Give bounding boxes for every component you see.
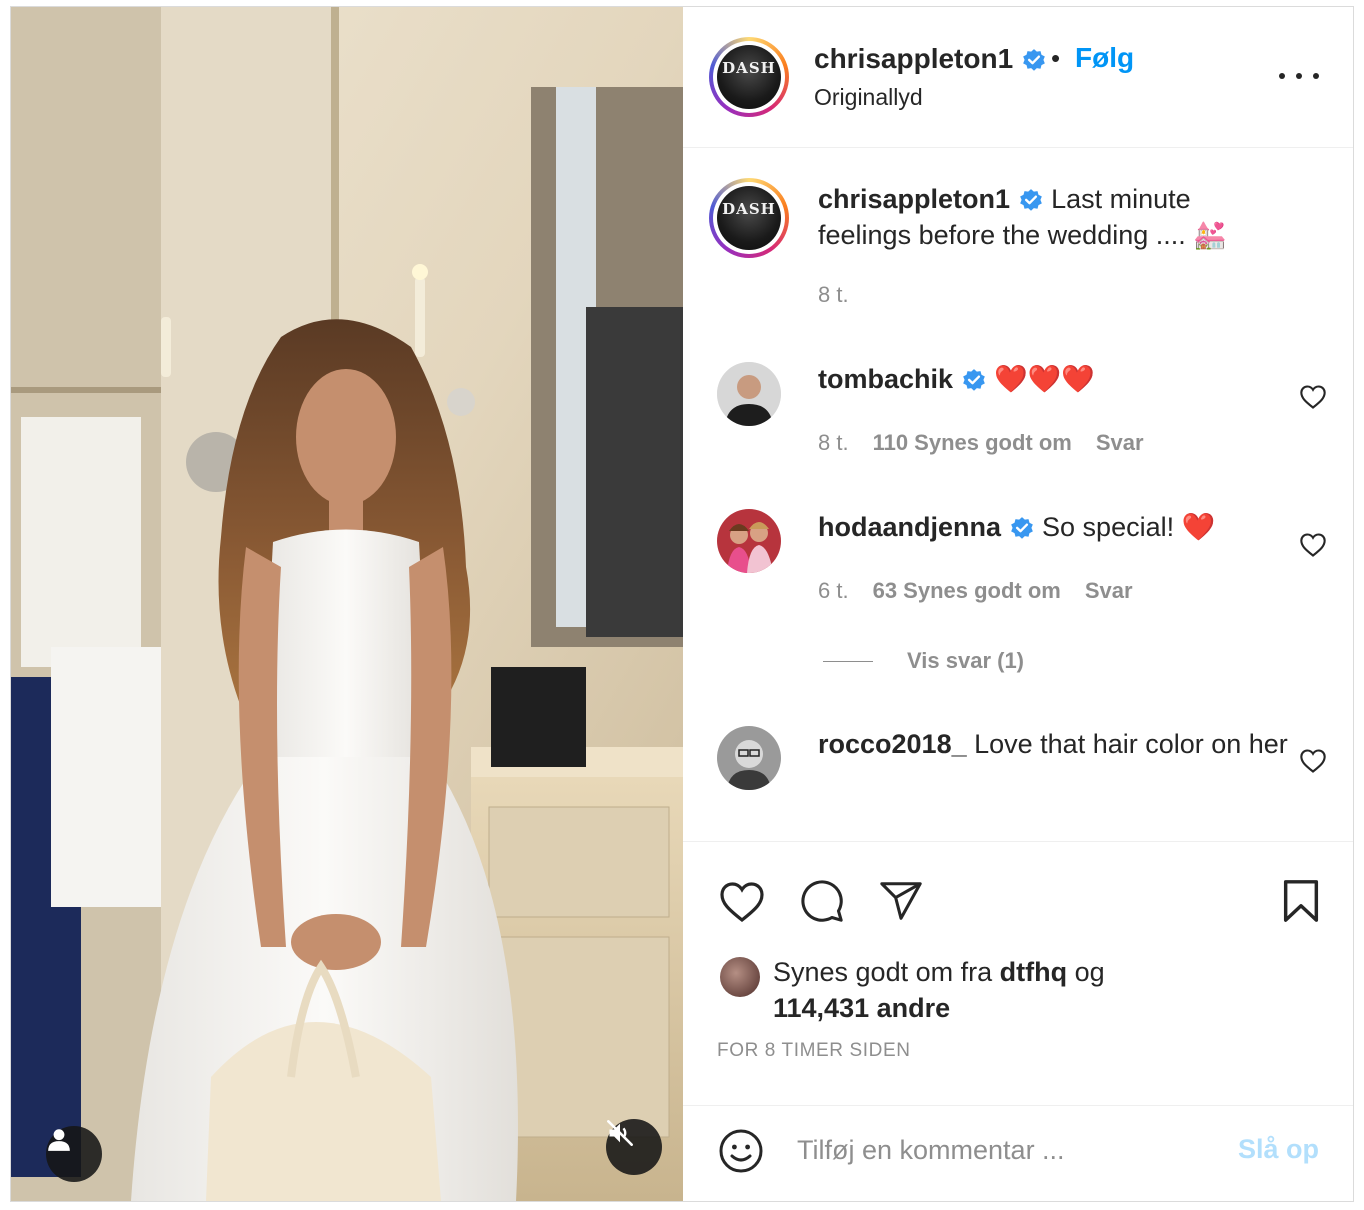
avatar-portrait <box>717 362 781 426</box>
comment-like-heart-icon[interactable] <box>1299 383 1327 411</box>
view-replies-label: Vis svar (1) <box>907 648 1025 673</box>
more-options-icon[interactable] <box>1279 61 1319 91</box>
comment-text: So special! ❤️ <box>1034 512 1216 542</box>
comment-text: ❤️❤️❤️ <box>986 364 1095 394</box>
verified-badge-icon <box>1023 48 1045 71</box>
likes-count[interactable]: 114,431 andre <box>773 993 950 1023</box>
comment-text: Love that hair color on her <box>966 729 1288 759</box>
caption-username[interactable]: chrisappleton1 <box>818 184 1010 214</box>
caption-time[interactable]: 8 t. <box>818 282 849 308</box>
caption-avatar-logo-text: DASH <box>722 200 776 218</box>
commenter-avatar[interactable] <box>717 509 781 573</box>
mute-toggle-button[interactable] <box>606 1119 662 1175</box>
share-send-icon[interactable] <box>877 878 925 924</box>
liker-avatar[interactable] <box>720 957 760 997</box>
view-replies-button[interactable]: Vis svar (1) <box>823 648 1024 674</box>
verified-badge-icon <box>962 368 985 391</box>
likes-summary: Synes godt om fra dtfhq og 114,431 andre <box>773 954 1193 1026</box>
author-username[interactable]: chrisappleton1 <box>814 43 1013 74</box>
avatar-portrait <box>717 726 781 790</box>
author-avatar[interactable]: DASH <box>709 37 789 117</box>
post-header: DASH chrisappleton1 • Følg Originallyd <box>683 7 1353 148</box>
comment-username[interactable]: rocco2018_ <box>818 729 967 759</box>
comment-row: tombachik ❤️❤️❤️ <box>818 361 1288 397</box>
tagged-users-button[interactable] <box>46 1126 102 1182</box>
video-frame-illustration <box>11 7 683 1201</box>
comment-row: rocco2018_ Love that hair color on her <box>818 726 1288 762</box>
caption-meta: 8 t. <box>818 282 849 308</box>
comment-meta: 8 t. 110 Synes godt om Svar <box>818 430 1144 456</box>
comment-username[interactable]: tombachik <box>818 364 953 394</box>
emoji-smiley-icon[interactable] <box>717 1127 765 1175</box>
caption: chrisappleton1 Last minute feelings befo… <box>818 181 1288 253</box>
comment-bubble-icon[interactable] <box>798 878 846 924</box>
avatar-portrait <box>717 509 781 573</box>
comment-like-heart-icon[interactable] <box>1299 747 1327 775</box>
likes-prefix: Synes godt om fra <box>773 957 1000 987</box>
comment-time[interactable]: 8 t. <box>818 430 849 456</box>
reply-button[interactable]: Svar <box>1096 430 1144 456</box>
post-comment-button[interactable]: Slå op <box>1238 1134 1319 1165</box>
comment-meta: 6 t. 63 Synes godt om Svar <box>818 578 1133 604</box>
avatar-logo-text: DASH <box>722 59 776 77</box>
like-heart-icon[interactable] <box>718 878 766 924</box>
caption-author-avatar[interactable]: DASH <box>709 178 789 258</box>
bookmark-save-icon[interactable] <box>1280 878 1322 924</box>
separator-dot: • <box>1051 43 1061 73</box>
commenter-avatar[interactable] <box>717 362 781 426</box>
comment-input[interactable] <box>797 1128 1217 1172</box>
speaker-muted-icon <box>607 1120 633 1146</box>
author-username-row: chrisappleton1 <box>814 43 1047 75</box>
post-timestamp[interactable]: FOR 8 TIMER SIDEN <box>717 1040 911 1062</box>
audio-label[interactable]: Originallyd <box>814 84 923 111</box>
post-video[interactable] <box>11 7 683 1201</box>
likes-middle: og <box>1067 957 1105 987</box>
verified-badge-icon <box>1010 516 1033 539</box>
follow-button[interactable]: Følg <box>1075 42 1134 74</box>
comment-likes[interactable]: 63 Synes godt om <box>873 578 1061 604</box>
comments-list: DASH chrisappleton1 Last minute feelings… <box>683 148 1353 841</box>
verified-badge-icon <box>1019 188 1042 211</box>
reply-button[interactable]: Svar <box>1085 578 1133 604</box>
comment-composer: Slå op <box>683 1105 1353 1201</box>
commenter-avatar[interactable] <box>717 726 781 790</box>
replies-divider-line <box>823 660 873 662</box>
comment-row: hodaandjenna So special! ❤️ <box>818 509 1288 545</box>
user-icon <box>48 1129 70 1151</box>
liker-username[interactable]: dtfhq <box>1000 957 1067 987</box>
comment-username[interactable]: hodaandjenna <box>818 512 1001 542</box>
comment-like-heart-icon[interactable] <box>1299 531 1327 559</box>
post-actions: Synes godt om fra dtfhq og 114,431 andre… <box>683 841 1353 1105</box>
comment-likes[interactable]: 110 Synes godt om <box>873 430 1072 456</box>
post-details-panel: DASH chrisappleton1 • Følg Originallyd D… <box>683 7 1353 1201</box>
comment-time[interactable]: 6 t. <box>818 578 849 604</box>
